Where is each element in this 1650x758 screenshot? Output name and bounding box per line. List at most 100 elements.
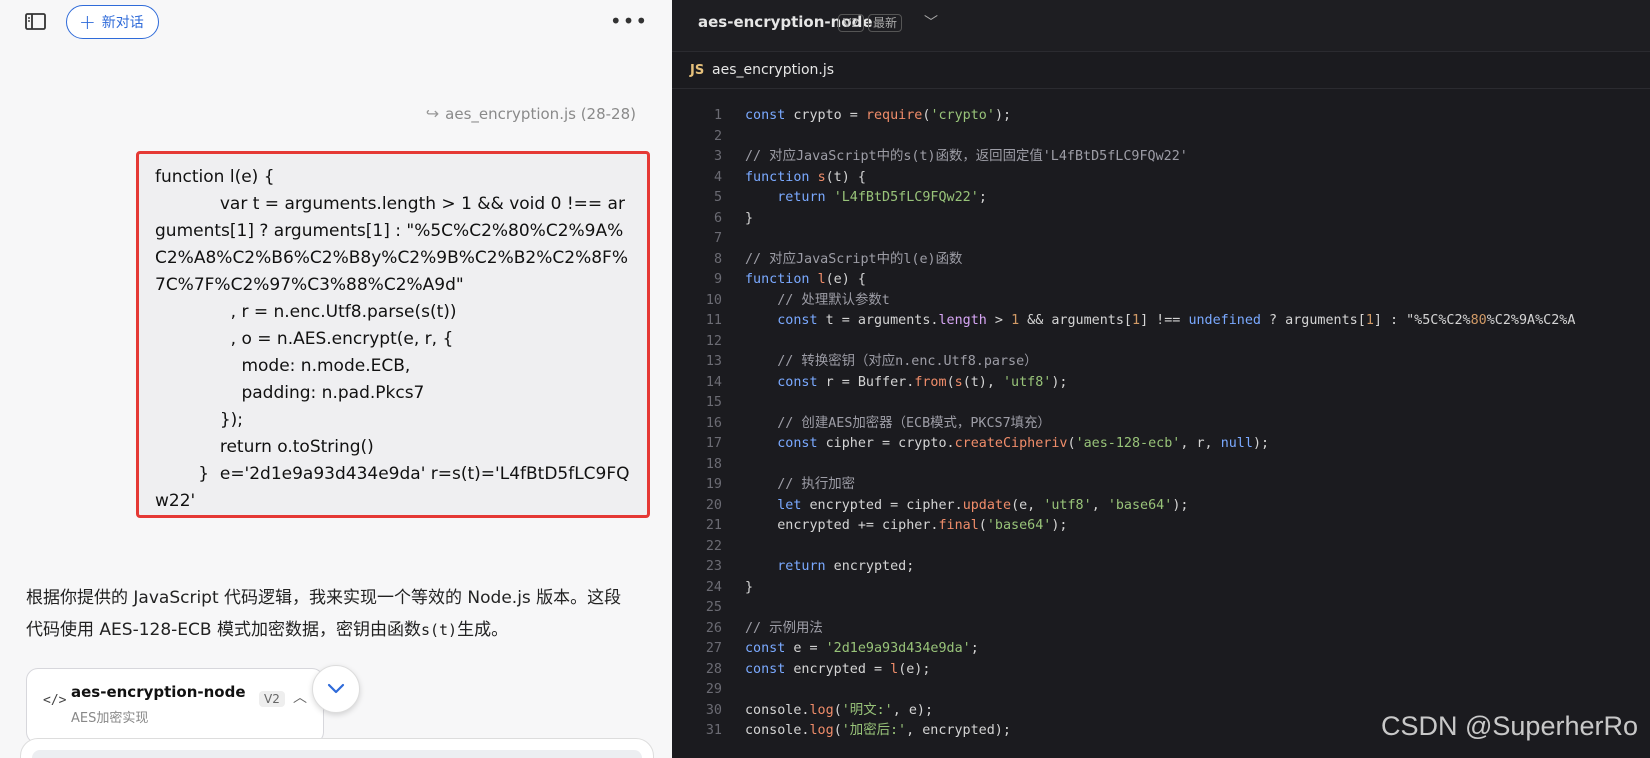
line-number: 30: [705, 702, 722, 718]
code-line: 3 // 对应JavaScript中的s(t)函数，返回固定值'L4fBtD5fL…: [672, 147, 1650, 168]
message-input[interactable]: [32, 750, 642, 758]
line-number: 8: [713, 251, 722, 267]
code-line: 12: [672, 332, 1650, 353]
artifact-card[interactable]: </> aes-encryption-node AES加密实现 V2 ︿: [26, 668, 324, 744]
artifact-title: aes-encryption-node: [71, 683, 246, 701]
inline-code: s(t): [420, 621, 458, 639]
line-source: const t = arguments.length > 1 && argume…: [777, 313, 1576, 328]
line-number: 22: [705, 538, 722, 554]
line-number: 5: [713, 190, 722, 205]
user-message: function l(e) { var t = arguments.length…: [136, 151, 650, 518]
code-line: 18: [672, 455, 1650, 476]
line-source: const r = Buffer.from(s(t), 'utf8');: [777, 374, 1068, 390]
reply-text: 生成。: [457, 620, 509, 640]
line-number: 24: [705, 579, 722, 595]
code-line: 27 const e = '2d1e9a93d434e9da';: [672, 639, 1650, 660]
line-number: 20: [705, 497, 722, 513]
code-line: 16 // 创建AES加密器（ECB模式，PKCS7填充）: [672, 414, 1650, 435]
line-source: encrypted += cipher.final('base64');: [745, 518, 1068, 533]
code-icon: </>: [43, 693, 67, 708]
reply-arrow-icon: ↪: [425, 104, 440, 123]
code-line: 10 // 处理默认参数t: [672, 291, 1650, 312]
line-source: function s(t) {: [745, 169, 866, 185]
line-number: 25: [705, 600, 722, 615]
code-panel: aes-encryption-node V2 最新 ﹀ JS aes_encry…: [672, 0, 1650, 758]
code-line: 20 let encrypted = cipher.update(e, 'utf…: [672, 496, 1650, 517]
code-line: 6}: [672, 209, 1650, 230]
code-line: 21 encrypted += cipher.final('base64');: [672, 516, 1650, 537]
line-number: 17: [705, 436, 722, 451]
code-line: 15: [672, 393, 1650, 414]
line-number: 1: [713, 108, 722, 123]
line-number: 15: [705, 395, 722, 410]
version-badge: V2: [838, 14, 864, 32]
scroll-down-button[interactable]: [312, 665, 360, 713]
code-line: 24}: [672, 578, 1650, 599]
line-source: // 转换密钥（对应n.enc.Utf8.parse）: [777, 354, 1038, 369]
reply-text: 代码使用 AES-128-ECB 模式加密数据，密钥由函数: [26, 620, 421, 640]
line-source: // 处理默认参数t: [777, 292, 890, 308]
code-line: 17 const cipher = crypto.createCipheriv(…: [672, 434, 1650, 455]
code-line: 13 // 转换密钥（对应n.enc.Utf8.parse）: [672, 352, 1650, 373]
reply-line: 代码使用 AES-128-ECB 模式加密数据，密钥由函数s(t)生成。: [26, 614, 646, 646]
code-line: 8 // 对应JavaScript中的l(e)函数: [672, 250, 1650, 271]
line-number: 14: [705, 374, 722, 390]
line-number: 16: [705, 415, 722, 431]
js-file-icon: JS: [690, 63, 705, 78]
code-line: 26 // 示例用法: [672, 619, 1650, 640]
code-line: 23 return encrypted;: [672, 557, 1650, 578]
line-source: const cipher = crypto.createCipheriv('ae…: [777, 436, 1270, 451]
line-source: // 示例用法: [745, 620, 823, 636]
code-line: 7: [672, 229, 1650, 250]
line-source: return 'L4fBtD5fLC9FQw22';: [777, 190, 987, 205]
more-options-icon[interactable]: •••: [610, 8, 647, 34]
code-editor[interactable]: 1 const crypto = require('crypto'); 2 3 // 对…: [672, 106, 1650, 742]
line-source: console.log('加密后:', encrypted);: [745, 723, 1011, 738]
line-source: return encrypted;: [777, 559, 915, 574]
line-number: 26: [705, 620, 722, 636]
line-number: 18: [705, 456, 722, 472]
line-number: 23: [705, 559, 722, 574]
file-tab[interactable]: JS aes_encryption.js: [672, 53, 1650, 89]
sidebar-toggle-icon[interactable]: [24, 12, 48, 32]
chevron-down-icon[interactable]: ﹀: [924, 12, 938, 32]
code-line: 28 const encrypted = l(e);: [672, 660, 1650, 681]
code-line: 14 const r = Buffer.from(s(t), 'utf8');: [672, 373, 1650, 394]
file-name: aes_encryption.js: [712, 62, 835, 78]
new-chat-button[interactable]: + 新对话: [66, 5, 159, 39]
code-line: 29: [672, 680, 1650, 701]
artifact-subtitle: AES加密实现: [71, 711, 149, 726]
line-number: 10: [705, 292, 722, 308]
line-source: // 对应JavaScript中的s(t)函数，返回固定值'L4fBtD5fLC…: [745, 149, 1188, 164]
line-number: 13: [705, 354, 722, 369]
line-source: // 执行加密: [777, 477, 855, 492]
new-chat-label: 新对话: [101, 15, 144, 31]
line-source: console.log('明文:', e);: [745, 702, 934, 718]
line-source: function l(e) {: [745, 272, 866, 287]
line-number: 3: [713, 149, 722, 164]
code-reference[interactable]: ↪ aes_encryption.js (28-28): [426, 104, 636, 123]
line-number: 11: [705, 313, 722, 328]
code-line: 9 function l(e) {: [672, 270, 1650, 291]
line-source: const crypto = require('crypto');: [745, 108, 1012, 123]
code-line: 19 // 执行加密: [672, 475, 1650, 496]
chevron-up-icon[interactable]: ︿: [293, 687, 307, 707]
line-number: 29: [705, 682, 722, 697]
line-number: 19: [705, 477, 722, 492]
line-number: 12: [705, 333, 722, 349]
latest-badge: 最新: [868, 14, 903, 32]
code-line: 2: [672, 127, 1650, 148]
line-source: }: [745, 579, 754, 595]
artifact-header: aes-encryption-node V2 最新 ﹀: [672, 0, 1650, 52]
code-line: 1 const crypto = require('crypto');: [672, 106, 1650, 127]
line-source: // 创建AES加密器（ECB模式，PKCS7填充）: [777, 415, 1051, 431]
line-source: const e = '2d1e9a93d434e9da';: [745, 641, 979, 656]
line-number: 27: [705, 641, 722, 656]
line-source: }: [745, 210, 754, 226]
version-badge: V2: [259, 691, 285, 707]
watermark: CSDN @SuperherRo: [1380, 711, 1638, 741]
code-line: 4 function s(t) {: [672, 168, 1650, 189]
line-source: const encrypted = l(e);: [745, 661, 931, 677]
line-number: 7: [713, 231, 722, 246]
plus-icon: +: [79, 10, 96, 34]
